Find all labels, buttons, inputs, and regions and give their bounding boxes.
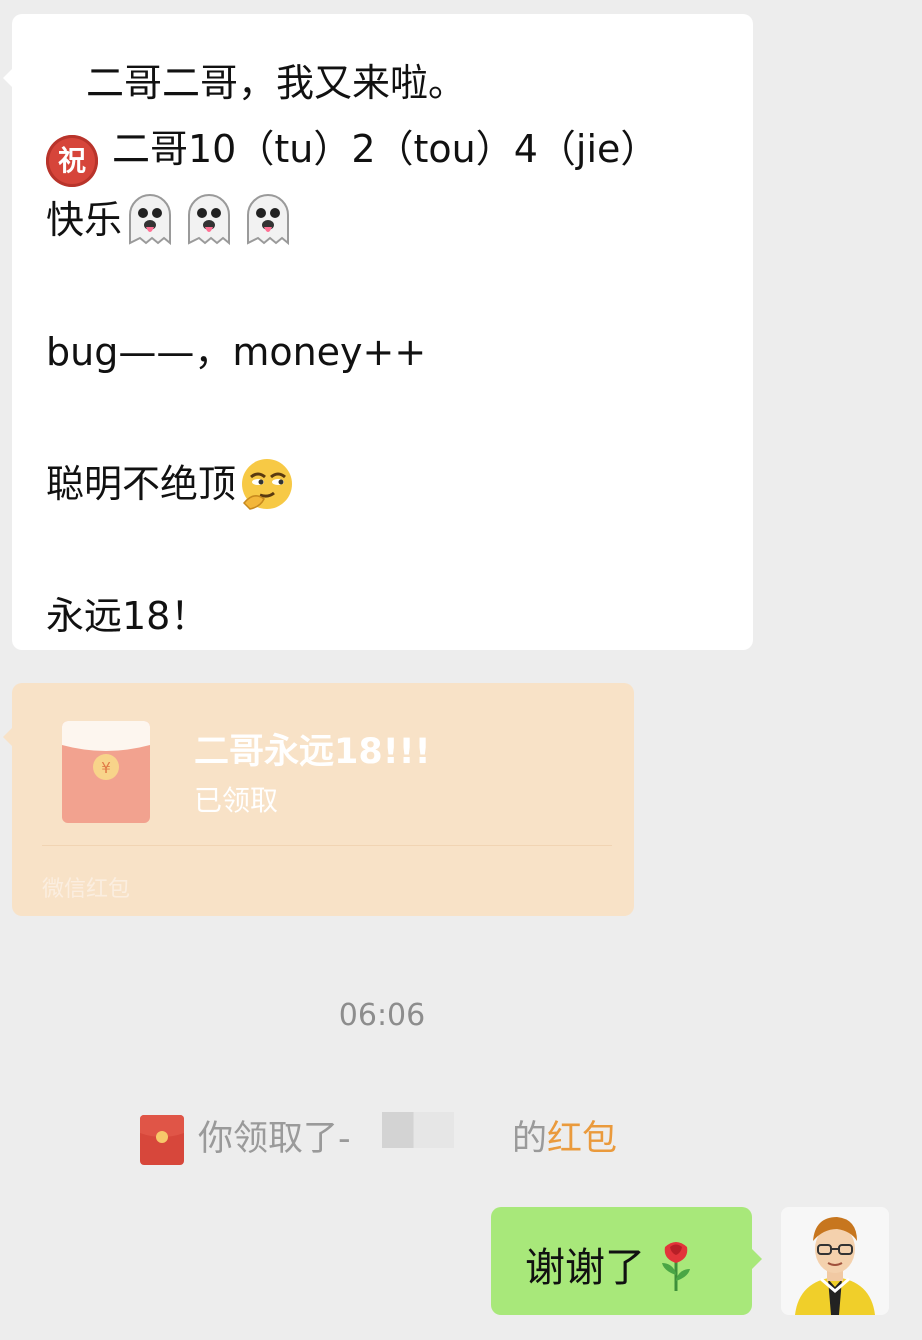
svg-text:¥: ¥ bbox=[101, 759, 111, 777]
red-packet-status: 已领取 bbox=[194, 784, 279, 817]
message-line-smart: 聪明不绝顶 bbox=[46, 451, 723, 517]
red-packet-small-icon bbox=[140, 1115, 184, 1165]
ghost-icon bbox=[247, 194, 290, 246]
outgoing-message-bubble[interactable]: 谢谢了 bbox=[491, 1207, 762, 1315]
message-line-wish: 祝二哥10（tu）2（tou）4（jie） bbox=[46, 116, 723, 187]
notice-text-tail: 的红包 bbox=[512, 1119, 618, 1159]
message-timestamp: 06:06 bbox=[338, 998, 426, 1033]
blurred-sender-name bbox=[382, 1112, 454, 1148]
rose-icon bbox=[662, 1242, 690, 1291]
notice-text: 你领取了- bbox=[198, 1119, 351, 1159]
message-line-happy: 快乐 bbox=[46, 187, 723, 253]
ghost-icon bbox=[188, 194, 231, 246]
message-line-bug: bug——，money++ bbox=[46, 330, 427, 374]
message-line-greeting: 二哥二哥，我又来啦。 bbox=[86, 61, 467, 105]
avatar[interactable] bbox=[781, 1207, 889, 1315]
message-line-forever: 永远18！ bbox=[46, 594, 209, 638]
red-packet-link[interactable]: 红包 bbox=[547, 1119, 617, 1159]
outgoing-message-text: 谢谢了 bbox=[525, 1245, 645, 1291]
red-envelope-icon: ¥ bbox=[62, 721, 150, 823]
zhu-badge-icon: 祝 bbox=[46, 135, 98, 187]
incoming-message-bubble[interactable]: 二哥二哥，我又来啦。 祝二哥10（tu）2（tou）4（jie） 快乐 bug—… bbox=[3, 14, 753, 650]
smirk-face-icon bbox=[242, 459, 293, 510]
red-packet-divider bbox=[42, 845, 612, 846]
cartoon-person-avatar-icon bbox=[781, 1207, 889, 1315]
red-packet-brand: 微信红包 bbox=[42, 877, 131, 902]
red-packet-card[interactable]: ¥ 二哥永远18!!! 已领取 微信红包 bbox=[3, 683, 634, 916]
ghost-icon bbox=[129, 194, 172, 246]
red-packet-title: 二哥永远18!!! bbox=[194, 732, 431, 772]
